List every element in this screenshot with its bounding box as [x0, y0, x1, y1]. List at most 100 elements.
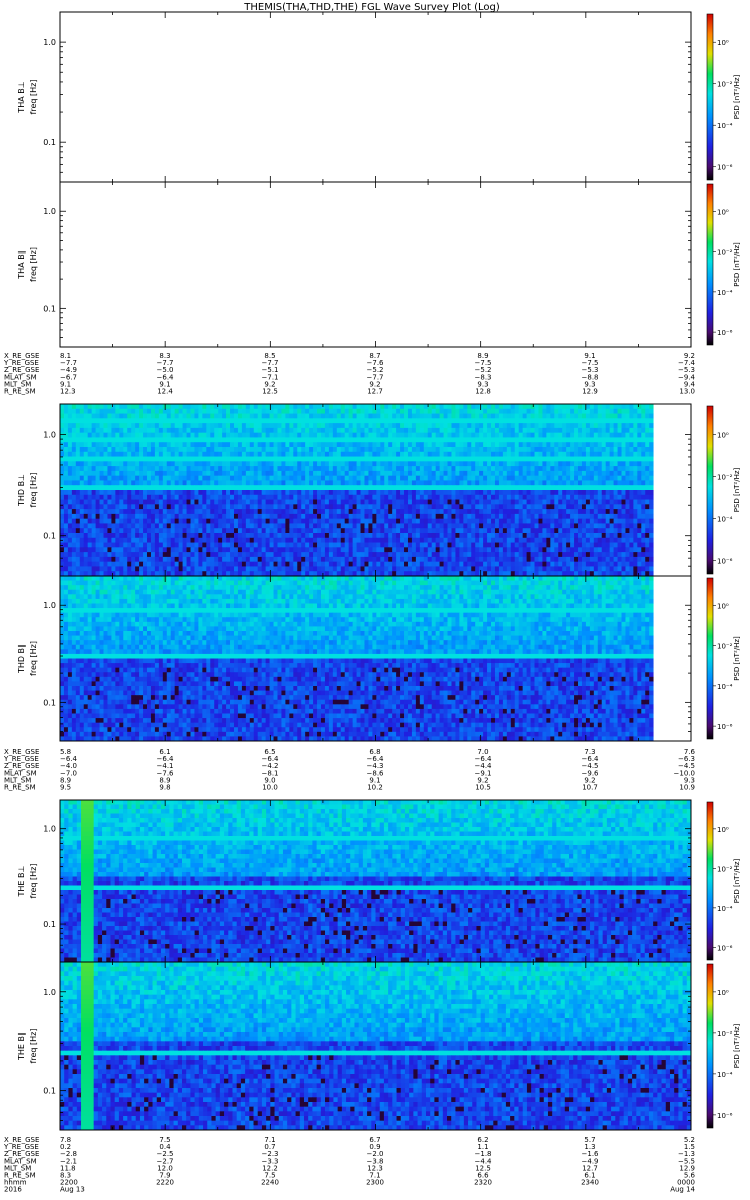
heatmap-cell — [614, 543, 618, 548]
heatmap-cell — [92, 552, 96, 557]
heatmap-cell — [80, 552, 84, 557]
heatmap-cell — [183, 514, 187, 519]
heatmap-cell — [341, 538, 345, 543]
heatmap-cell — [246, 523, 250, 528]
heatmap-cell — [590, 543, 594, 548]
heatmap-cell — [368, 533, 372, 538]
heatmap-cell — [80, 485, 84, 490]
heatmap-cell — [641, 543, 645, 548]
heatmap-cell — [602, 480, 606, 485]
heatmap-cell — [72, 514, 76, 519]
heatmap-cell — [88, 533, 92, 538]
heatmap-cell — [578, 533, 582, 538]
heatmap-cell — [400, 528, 404, 533]
heatmap-cell — [364, 423, 368, 428]
heatmap-cell — [301, 433, 305, 438]
heatmap-cell — [428, 447, 432, 452]
heatmap-cell — [361, 523, 365, 528]
heatmap-cell — [329, 514, 333, 519]
heatmap-cell — [515, 423, 519, 428]
heatmap-cell — [602, 471, 606, 476]
heatmap-cell — [313, 466, 317, 471]
heatmap-cell — [167, 528, 171, 533]
heatmap-cell — [84, 523, 88, 528]
heatmap-cell — [388, 514, 392, 519]
heatmap-cell — [361, 495, 365, 500]
heatmap-cell — [380, 547, 384, 552]
heatmap-cell — [420, 418, 424, 423]
heatmap-cell — [147, 437, 151, 442]
heatmap-cell — [159, 480, 163, 485]
heatmap-cell — [151, 476, 155, 481]
heatmap-cell — [637, 509, 641, 514]
heatmap-cell — [163, 414, 167, 419]
heatmap-cell — [361, 437, 365, 442]
heatmap-cell — [337, 476, 341, 481]
heatmap-cell — [408, 476, 412, 481]
heatmap-cell — [463, 528, 467, 533]
heatmap-cell — [503, 433, 507, 438]
heatmap-cell — [519, 533, 523, 538]
heatmap-cell — [598, 471, 602, 476]
heatmap-cell — [471, 437, 475, 442]
heatmap-cell — [198, 442, 202, 447]
heatmap-cell — [210, 457, 214, 462]
heatmap-cell — [606, 552, 610, 557]
heatmap-cell — [459, 452, 463, 457]
heatmap-cell — [535, 500, 539, 505]
heatmap-cell — [376, 423, 380, 428]
heatmap-cell — [333, 523, 337, 528]
heatmap-cell — [167, 442, 171, 447]
heatmap-cell — [440, 457, 444, 462]
heatmap-cell — [242, 404, 246, 409]
heatmap-cell — [483, 480, 487, 485]
heatmap-cell — [218, 414, 222, 419]
heatmap-cell — [214, 557, 218, 562]
heatmap-cell — [384, 519, 388, 524]
heatmap-cell — [305, 538, 309, 543]
heatmap-cell — [459, 442, 463, 447]
heatmap-cell — [159, 433, 163, 438]
heatmap-cell — [139, 552, 143, 557]
heatmap-cell — [499, 523, 503, 528]
heatmap-cell — [88, 504, 92, 509]
heatmap-cell — [270, 476, 274, 481]
heatmap-cell — [582, 538, 586, 543]
heatmap-cell — [230, 418, 234, 423]
heatmap-cell — [515, 490, 519, 495]
heatmap-cell — [649, 409, 653, 414]
heatmap-cell — [345, 461, 349, 466]
heatmap-cell — [602, 442, 606, 447]
heatmap-cell — [538, 480, 542, 485]
heatmap-cell — [487, 433, 491, 438]
heatmap-cell — [163, 437, 167, 442]
heatmap-cell — [578, 552, 582, 557]
heatmap-cell — [416, 480, 420, 485]
heatmap-cell — [546, 514, 550, 519]
heatmap-cell — [475, 457, 479, 462]
heatmap-cell — [329, 404, 333, 409]
heatmap-cell — [538, 500, 542, 505]
heatmap-cell — [230, 461, 234, 466]
heatmap-cell — [76, 519, 80, 524]
heatmap-cell — [392, 442, 396, 447]
heatmap-cell — [578, 433, 582, 438]
heatmap-cell — [440, 423, 444, 428]
heatmap-cell — [380, 519, 384, 524]
heatmap-cell — [281, 433, 285, 438]
heatmap-cell — [226, 428, 230, 433]
heatmap-cell — [618, 447, 622, 452]
heatmap-cell — [230, 404, 234, 409]
heatmap-cell — [289, 490, 293, 495]
heatmap-cell — [622, 433, 626, 438]
heatmap-cell — [297, 476, 301, 481]
heatmap-cell — [380, 461, 384, 466]
heatmap-cell — [119, 519, 123, 524]
heatmap-cell — [582, 552, 586, 557]
heatmap-cell — [499, 437, 503, 442]
heatmap-cell — [388, 471, 392, 476]
heatmap-cell — [64, 447, 68, 452]
heatmap-cell — [238, 490, 242, 495]
heatmap-cell — [107, 404, 111, 409]
heatmap-cell — [262, 519, 266, 524]
